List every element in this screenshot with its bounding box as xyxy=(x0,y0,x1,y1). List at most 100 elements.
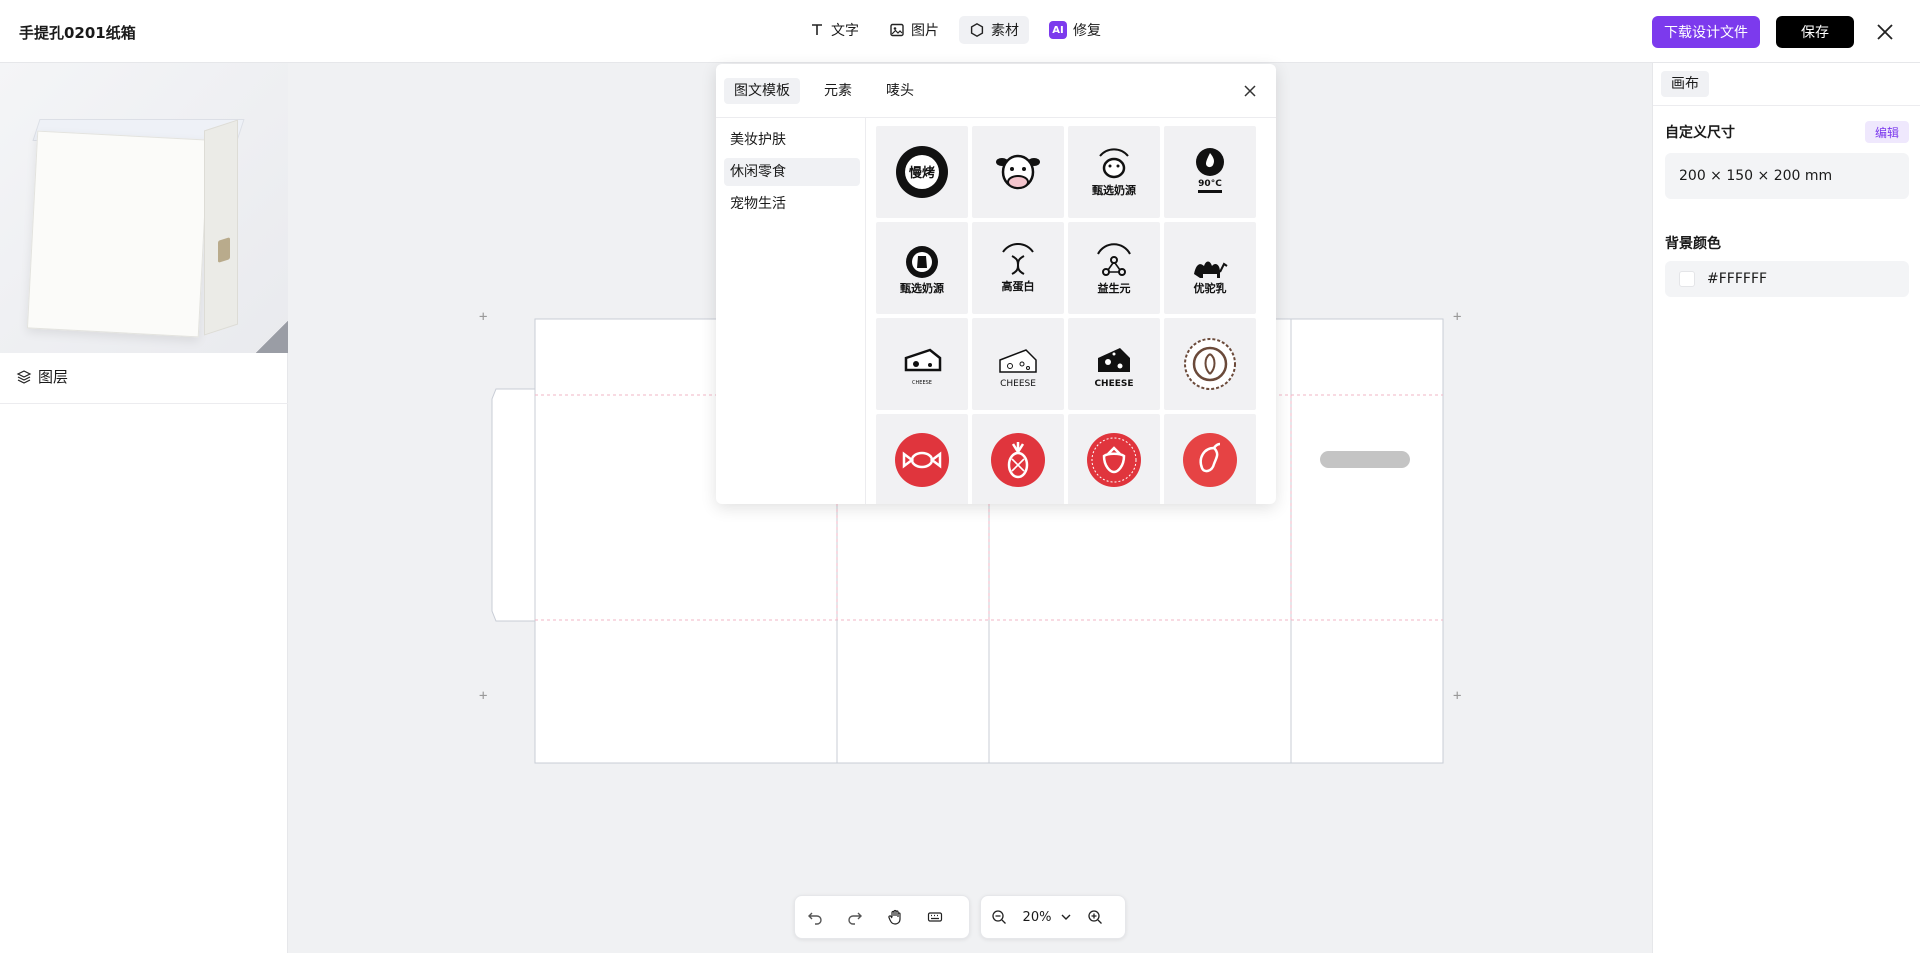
tool-text-button[interactable]: 文字 xyxy=(799,16,869,44)
crop-mark: + xyxy=(479,309,488,325)
tab-shipping-marks[interactable]: 唛头 xyxy=(876,78,924,104)
asset-tabs: 图文模板 元素 唛头 xyxy=(724,78,924,104)
edit-size-button[interactable]: 编辑 xyxy=(1865,121,1909,143)
strawberry-icon xyxy=(1087,433,1141,487)
color-swatch[interactable] xyxy=(1679,271,1695,287)
tool-assets-button[interactable]: 素材 xyxy=(959,16,1029,44)
coffee-seal-icon xyxy=(1184,338,1236,390)
dna-protein-icon: 高蛋白 xyxy=(1002,243,1035,293)
tool-image-button[interactable]: 图片 xyxy=(879,16,949,44)
image-icon xyxy=(890,23,904,37)
category-list: 美妆护肤 休闲零食 宠物生活 xyxy=(724,126,860,222)
template-tile[interactable]: 优驼乳 xyxy=(1164,222,1256,314)
template-tile[interactable]: 益生元 xyxy=(1068,222,1160,314)
tool-image-label: 图片 xyxy=(911,23,939,39)
layers-title: 图层 xyxy=(38,368,69,386)
preview-resize-handle[interactable] xyxy=(256,321,288,353)
cheese-outline-icon: CHEESE xyxy=(999,349,1037,389)
download-design-button[interactable]: 下载设计文件 xyxy=(1652,16,1760,48)
keyboard-icon xyxy=(927,912,943,922)
camel-milk-icon: 优驼乳 xyxy=(1194,261,1228,295)
3d-box-preview[interactable] xyxy=(0,63,288,353)
custom-size-label: 自定义尺寸 xyxy=(1665,125,1735,141)
box-side-face xyxy=(204,119,238,336)
tool-ai-repair-button[interactable]: AI 修复 xyxy=(1039,16,1111,44)
tool-text-label: 文字 xyxy=(831,23,859,39)
divider xyxy=(865,118,866,504)
template-tile[interactable]: 甄选奶源 xyxy=(876,222,968,314)
pineapple-icon xyxy=(991,433,1045,487)
zoom-dropdown-button[interactable] xyxy=(1057,899,1075,935)
asset-panel: 图文模板 元素 唛头 美妆护肤 休闲零食 宠物生活 慢烤 甄选奶源 90°C 甄… xyxy=(716,64,1276,504)
hand-icon xyxy=(888,909,901,925)
category-beauty[interactable]: 美妆护肤 xyxy=(724,126,860,154)
svg-text:甄选奶源: 甄选奶源 xyxy=(1092,183,1136,197)
size-value: 200 × 150 × 200 mm xyxy=(1679,168,1833,184)
template-tile[interactable]: 慢烤 xyxy=(876,126,968,218)
candy-icon xyxy=(895,433,949,487)
prebiotics-icon: 益生元 xyxy=(1097,243,1131,295)
bg-color-label: 背景颜色 xyxy=(1665,236,1721,252)
template-tile[interactable] xyxy=(972,126,1064,218)
close-icon[interactable] xyxy=(1873,20,1897,44)
svg-text:CHEESE: CHEESE xyxy=(1000,379,1036,389)
close-icon[interactable] xyxy=(1241,82,1259,100)
flame-90c-icon: 90°C xyxy=(1196,148,1224,193)
template-tile[interactable] xyxy=(972,414,1064,504)
milk-jug-icon: 甄选奶源 xyxy=(900,246,944,295)
hexagon-icon xyxy=(970,22,984,38)
zoom-level[interactable]: 20% xyxy=(1017,910,1057,925)
pan-tool-button[interactable] xyxy=(875,899,915,935)
template-tile[interactable]: CHEESE xyxy=(1068,318,1160,410)
zoom-in-button[interactable] xyxy=(1075,899,1115,935)
save-button[interactable]: 保存 xyxy=(1776,16,1854,48)
template-tile[interactable]: 90°C xyxy=(1164,126,1256,218)
template-tile[interactable] xyxy=(876,414,968,504)
handle-hole xyxy=(218,237,230,263)
tool-assets-label: 素材 xyxy=(991,23,1019,39)
category-snacks[interactable]: 休闲零食 xyxy=(724,158,860,186)
category-pets[interactable]: 宠物生活 xyxy=(724,190,860,218)
mango-icon xyxy=(1183,433,1237,487)
zoom-toolbar: 20% xyxy=(980,895,1126,939)
tab-elements[interactable]: 元素 xyxy=(814,78,862,104)
divider xyxy=(716,117,1276,118)
template-tile[interactable] xyxy=(1164,414,1256,504)
crop-mark: + xyxy=(1453,688,1462,704)
top-bar: 手提孔0201纸箱 文字 图片 素材 AI 修复 下载设计文件 保存 xyxy=(0,0,1920,63)
template-tile[interactable] xyxy=(1068,414,1160,504)
shortcuts-button[interactable] xyxy=(915,899,955,935)
box-front-face xyxy=(26,130,210,338)
redo-button[interactable] xyxy=(835,899,875,935)
slow-roast-badge-icon: 慢烤 xyxy=(896,146,948,198)
bg-color-field[interactable]: #FFFFFF xyxy=(1665,261,1909,297)
text-icon xyxy=(812,24,822,35)
layers-icon xyxy=(16,369,32,384)
svg-text:优驼乳: 优驼乳 xyxy=(1194,281,1227,295)
layers-header[interactable]: 图层 xyxy=(16,366,68,387)
svg-text:90°C: 90°C xyxy=(1198,179,1222,189)
panel-side-right xyxy=(1290,318,1444,764)
svg-text:益生元: 益生元 xyxy=(1098,281,1131,295)
template-tile[interactable]: 高蛋白 xyxy=(972,222,1064,314)
glue-flap xyxy=(491,388,537,622)
tab-templates[interactable]: 图文模板 xyxy=(724,78,800,104)
divider xyxy=(1653,105,1920,106)
svg-text:高蛋白: 高蛋白 xyxy=(1002,279,1035,293)
template-tile[interactable] xyxy=(1164,318,1256,410)
zoom-out-button[interactable] xyxy=(981,899,1017,935)
template-grid: 慢烤 甄选奶源 90°C 甄选奶源 高蛋白 益生元 优驼乳 CHEESE CHE… xyxy=(876,126,1260,504)
svg-text:CHEESE: CHEESE xyxy=(912,380,932,386)
template-tile[interactable]: CHEESE xyxy=(876,318,968,410)
undo-button[interactable] xyxy=(795,899,835,935)
crop-mark: + xyxy=(1453,309,1462,325)
bg-color-value: #FFFFFF xyxy=(1707,271,1768,287)
template-tile[interactable]: 甄选奶源 xyxy=(1068,126,1160,218)
tab-canvas[interactable]: 画布 xyxy=(1661,71,1709,97)
svg-text:慢烤: 慢烤 xyxy=(909,165,935,181)
template-tile[interactable]: CHEESE xyxy=(972,318,1064,410)
size-field[interactable]: 200 × 150 × 200 mm xyxy=(1665,153,1909,199)
history-toolbar xyxy=(794,895,970,939)
milk-source-cow-icon: 甄选奶源 xyxy=(1092,148,1136,197)
crop-mark: + xyxy=(479,688,488,704)
